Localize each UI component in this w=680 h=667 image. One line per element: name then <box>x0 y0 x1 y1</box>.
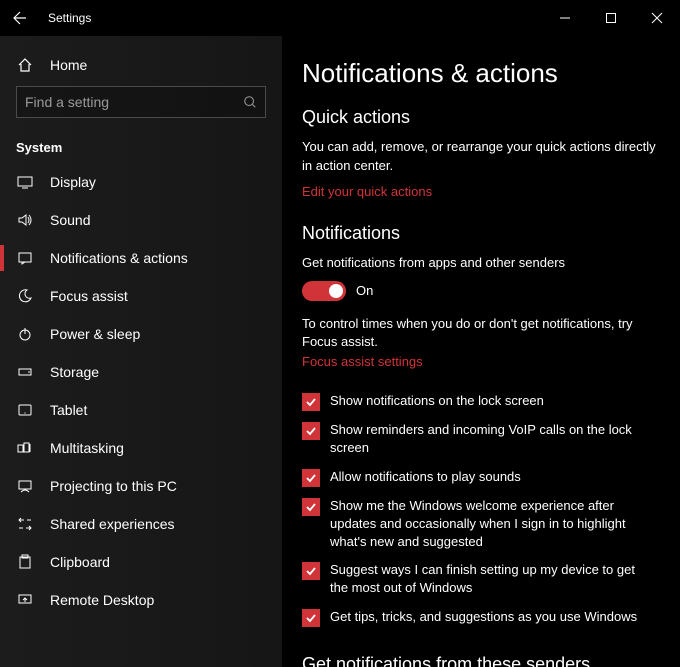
home-button[interactable]: Home <box>0 48 282 82</box>
remote-desktop-icon <box>16 591 34 609</box>
edit-quick-actions-link[interactable]: Edit your quick actions <box>302 184 432 199</box>
sidebar-item-label: Storage <box>50 364 99 380</box>
check-finish-setup: Suggest ways I can finish setting up my … <box>302 556 656 602</box>
content-pane: Notifications & actions Quick actions Yo… <box>282 36 680 667</box>
shared-icon <box>16 515 34 533</box>
sidebar-item-shared-experiences[interactable]: Shared experiences <box>0 505 282 543</box>
sidebar-item-clipboard[interactable]: Clipboard <box>0 543 282 581</box>
sidebar-item-remote-desktop[interactable]: Remote Desktop <box>0 581 282 619</box>
focus-assist-hint: To control times when you do or don't ge… <box>302 315 656 353</box>
window-controls <box>542 0 680 36</box>
sidebar-item-label: Sound <box>50 212 90 228</box>
sidebar-item-label: Clipboard <box>50 554 110 570</box>
check-reminders-voip: Show reminders and incoming VoIP calls o… <box>302 416 656 462</box>
maximize-icon <box>605 12 617 24</box>
quick-actions-desc: You can add, remove, or rearrange your q… <box>302 138 656 176</box>
checkbox[interactable] <box>302 609 320 627</box>
power-icon <box>16 325 34 343</box>
sidebar-item-projecting[interactable]: Projecting to this PC <box>0 467 282 505</box>
notifications-toggle-desc: Get notifications from apps and other se… <box>302 254 656 273</box>
back-arrow-icon <box>12 10 28 26</box>
projecting-icon <box>16 477 34 495</box>
close-button[interactable] <box>634 0 680 36</box>
checkmark-icon <box>305 396 317 408</box>
checkbox[interactable] <box>302 498 320 516</box>
check-label: Allow notifications to play sounds <box>330 468 521 486</box>
sidebar-item-label: Tablet <box>50 402 87 418</box>
sidebar-nav: Display Sound Notifications & actions Fo… <box>0 163 282 619</box>
notifications-title: Notifications <box>302 223 656 244</box>
check-label: Show notifications on the lock screen <box>330 392 544 410</box>
toggle-track <box>302 281 346 301</box>
titlebar: Settings <box>0 0 680 36</box>
back-button[interactable] <box>0 0 40 36</box>
sidebar: Home System Display Sound Notifications … <box>0 36 282 667</box>
toggle-thumb <box>329 284 343 298</box>
sound-icon <box>16 211 34 229</box>
check-label: Show me the Windows welcome experience a… <box>330 497 656 552</box>
check-lock-screen: Show notifications on the lock screen <box>302 387 656 416</box>
maximize-button[interactable] <box>588 0 634 36</box>
sidebar-item-label: Display <box>50 174 96 190</box>
senders-heading: Get notifications from these senders <box>302 654 656 667</box>
notifications-section: Notifications Get notifications from app… <box>302 223 656 632</box>
sidebar-item-label: Projecting to this PC <box>50 478 177 494</box>
checkmark-icon <box>305 501 317 513</box>
sidebar-item-storage[interactable]: Storage <box>0 353 282 391</box>
checkmark-icon <box>305 565 317 577</box>
sidebar-item-notifications[interactable]: Notifications & actions <box>0 239 282 277</box>
check-welcome-experience: Show me the Windows welcome experience a… <box>302 492 656 557</box>
sidebar-item-label: Focus assist <box>50 288 128 304</box>
home-label: Home <box>50 57 87 73</box>
sidebar-item-label: Multitasking <box>50 440 124 456</box>
minimize-icon <box>559 12 571 24</box>
page-title: Notifications & actions <box>302 58 656 89</box>
sidebar-item-multitasking[interactable]: Multitasking <box>0 429 282 467</box>
check-tips-tricks: Get tips, tricks, and suggestions as you… <box>302 603 656 632</box>
checkbox[interactable] <box>302 422 320 440</box>
window-title: Settings <box>48 11 91 25</box>
checkmark-icon <box>305 472 317 484</box>
sidebar-item-label: Remote Desktop <box>50 592 154 608</box>
clipboard-icon <box>16 553 34 571</box>
checkbox[interactable] <box>302 469 320 487</box>
home-icon <box>16 56 34 74</box>
checkmark-icon <box>305 425 317 437</box>
focus-assist-link[interactable]: Focus assist settings <box>302 354 423 369</box>
search-box[interactable] <box>16 86 266 118</box>
toggle-state-label: On <box>356 283 373 298</box>
storage-icon <box>16 363 34 381</box>
multitasking-icon <box>16 439 34 457</box>
check-play-sounds: Allow notifications to play sounds <box>302 463 656 492</box>
minimize-button[interactable] <box>542 0 588 36</box>
checkbox[interactable] <box>302 393 320 411</box>
notifications-icon <box>16 249 34 267</box>
sidebar-item-label: Notifications & actions <box>50 250 188 266</box>
sidebar-item-label: Power & sleep <box>50 326 140 342</box>
sidebar-item-display[interactable]: Display <box>0 163 282 201</box>
tablet-icon <box>16 401 34 419</box>
check-label: Show reminders and incoming VoIP calls o… <box>330 421 656 457</box>
close-icon <box>651 12 663 24</box>
sidebar-item-sound[interactable]: Sound <box>0 201 282 239</box>
focus-assist-icon <box>16 287 34 305</box>
display-icon <box>16 173 34 191</box>
quick-actions-section: Quick actions You can add, remove, or re… <box>302 107 656 201</box>
sidebar-item-label: Shared experiences <box>50 516 175 532</box>
sidebar-section-label: System <box>0 128 282 163</box>
search-input[interactable] <box>25 94 243 110</box>
sidebar-item-power-sleep[interactable]: Power & sleep <box>0 315 282 353</box>
checkbox[interactable] <box>302 562 320 580</box>
notifications-toggle[interactable]: On <box>302 281 656 301</box>
sidebar-item-focus-assist[interactable]: Focus assist <box>0 277 282 315</box>
check-label: Get tips, tricks, and suggestions as you… <box>330 608 637 626</box>
check-label: Suggest ways I can finish setting up my … <box>330 561 656 597</box>
quick-actions-title: Quick actions <box>302 107 656 128</box>
sidebar-item-tablet[interactable]: Tablet <box>0 391 282 429</box>
checkmark-icon <box>305 612 317 624</box>
search-icon <box>243 95 257 109</box>
